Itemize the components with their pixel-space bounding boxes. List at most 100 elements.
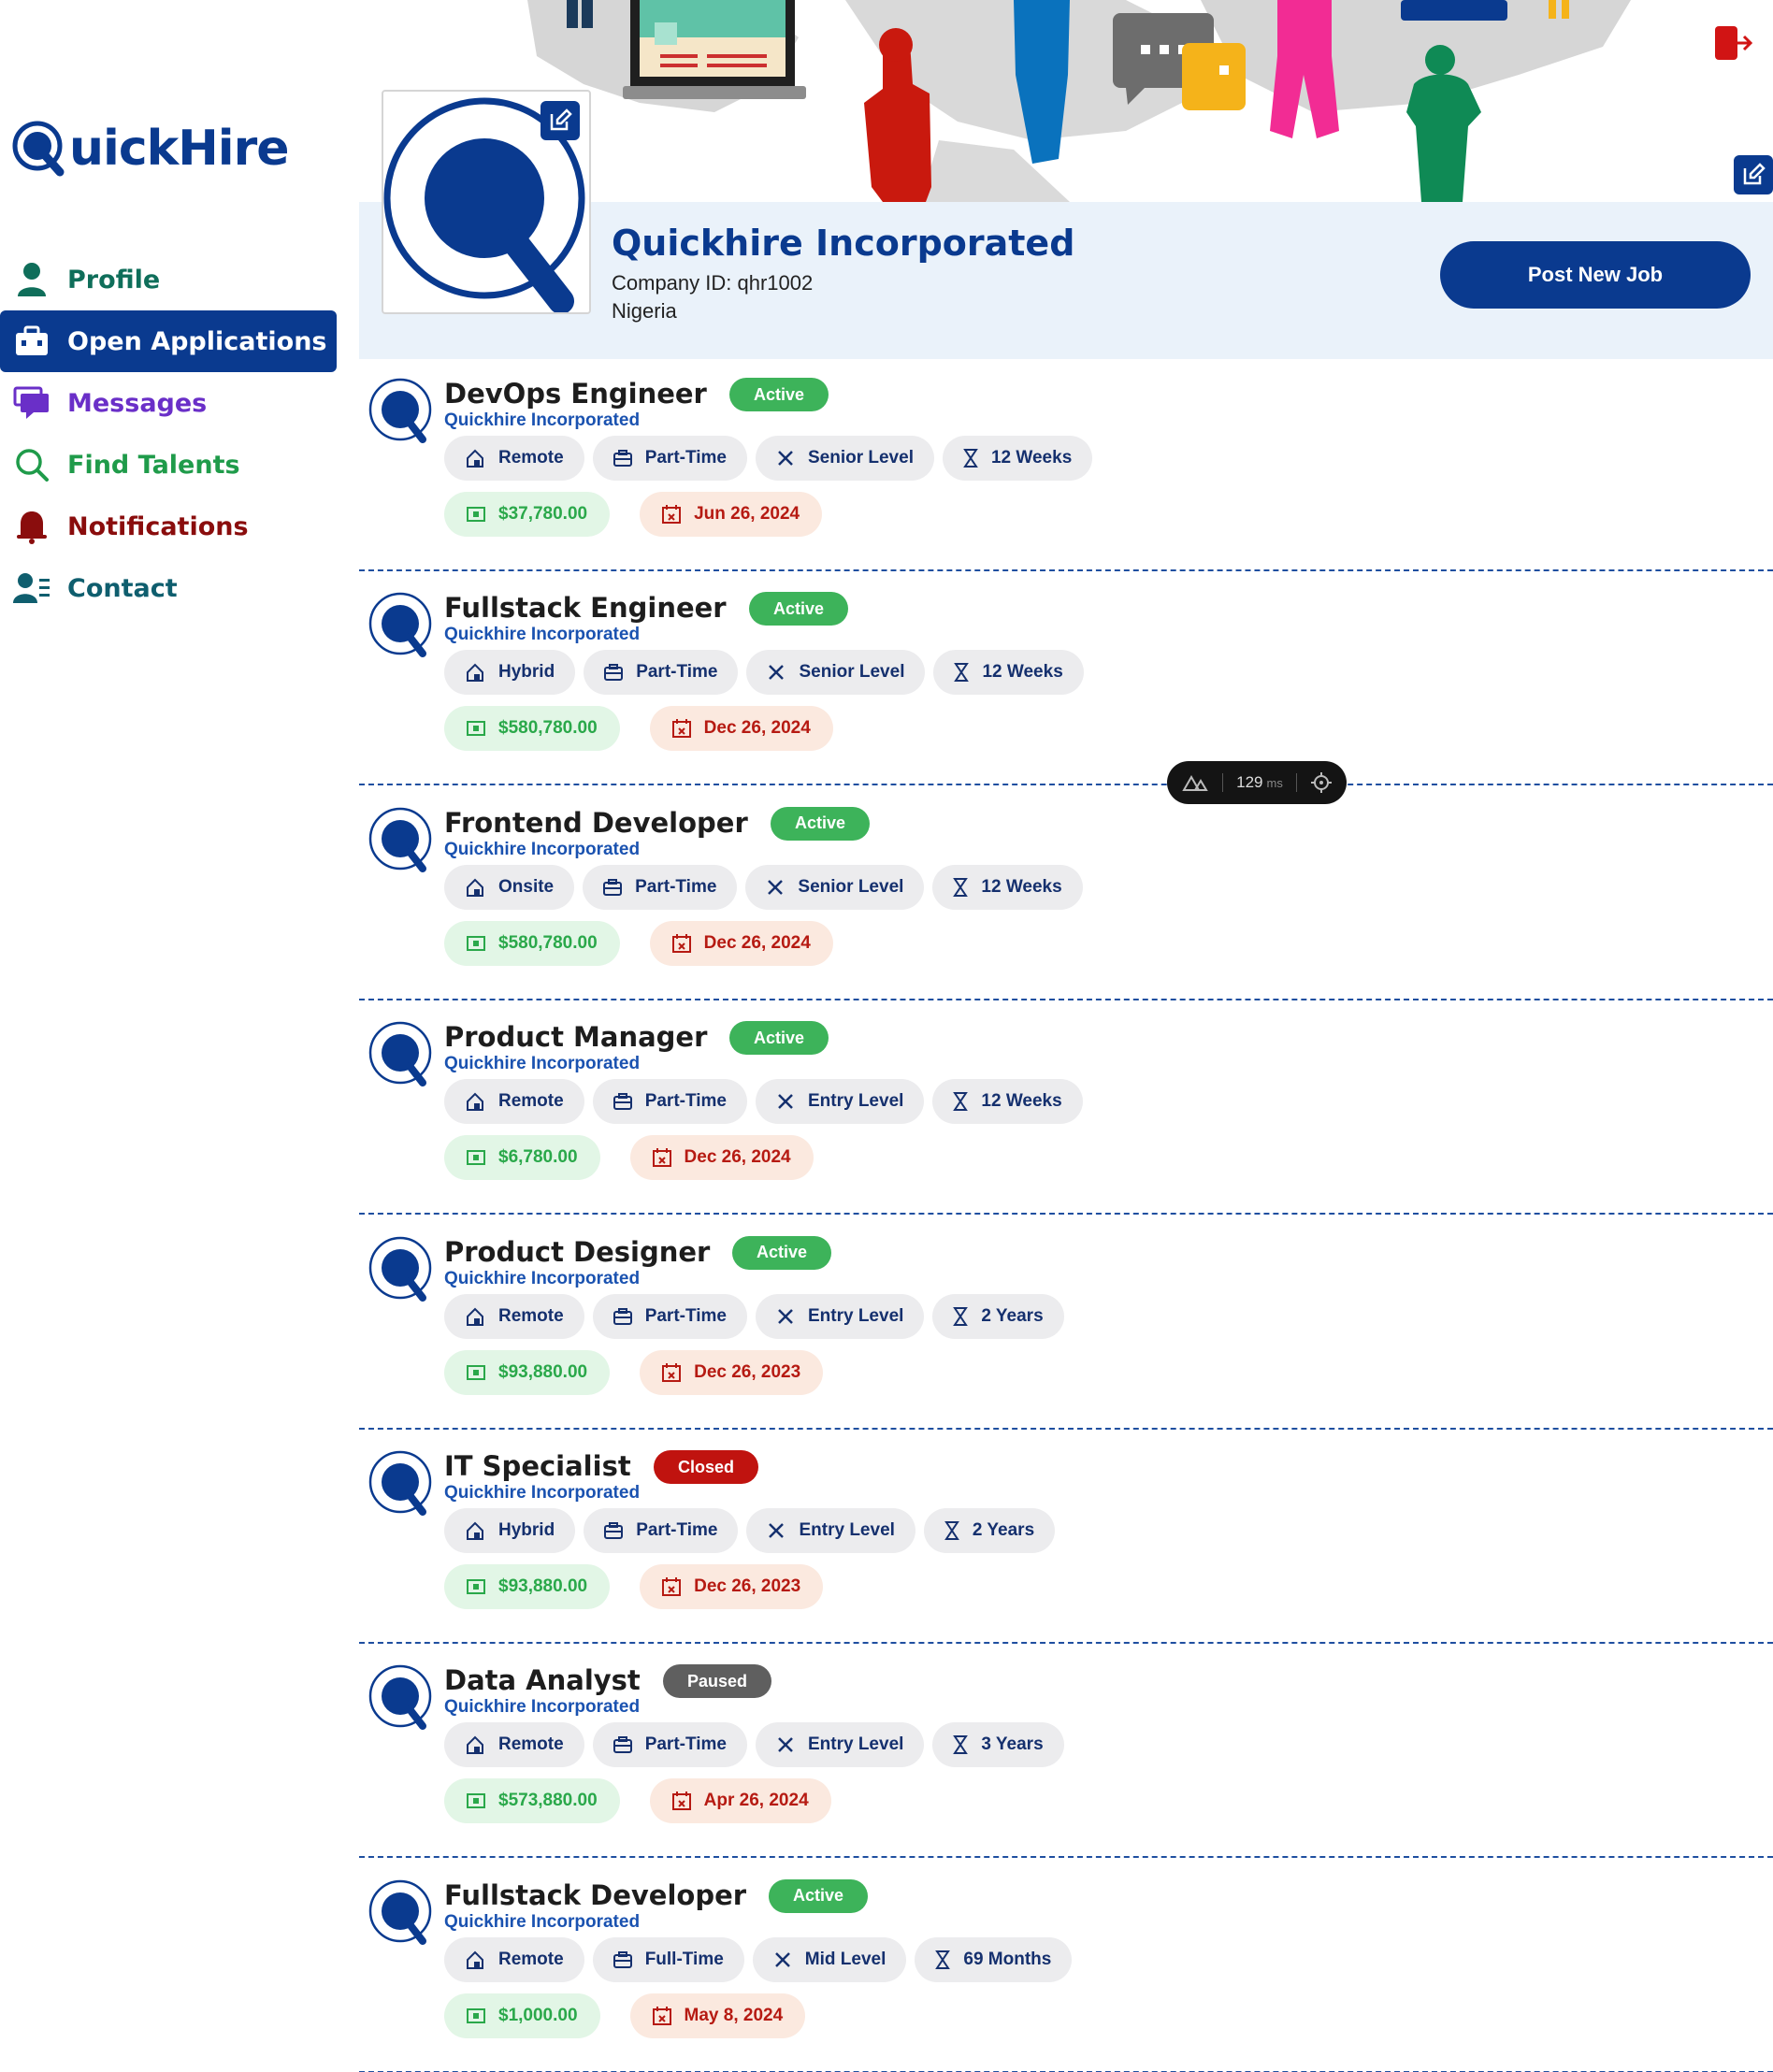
salary-badge: $580,780.00	[444, 920, 620, 966]
job-logo-q-icon	[368, 378, 432, 443]
job-card[interactable]: Fullstack Engineer Active Quickhire Inco…	[359, 571, 1773, 786]
salary-value: $93,880.00	[498, 1576, 588, 1596]
salary-badge: $573,880.00	[444, 1778, 620, 1824]
hourglass-icon	[963, 449, 978, 468]
money-icon	[467, 935, 485, 951]
sidebar-item-messages[interactable]: Messages	[0, 372, 337, 434]
job-tags: Onsite Part-Time Senior Level 12 Weeks	[444, 864, 1083, 910]
job-card[interactable]: Product Designer Active Quickhire Incorp…	[359, 1216, 1773, 1430]
job-type-label: Part-Time	[635, 876, 717, 897]
job-tags: Remote Part-Time Entry Level 2 Years	[444, 1293, 1064, 1339]
target-icon	[1310, 772, 1332, 793]
sidebar-item-label: Messages	[67, 388, 208, 418]
job-title[interactable]: Product Manager	[444, 1021, 707, 1053]
job-meta: $573,880.00 Apr 26, 2024	[444, 1778, 831, 1824]
briefcase-icon	[604, 1522, 624, 1539]
logo-text: uickHire	[69, 121, 290, 177]
location-label: Remote	[498, 1949, 564, 1969]
deadline-value: Apr 26, 2024	[703, 1791, 809, 1811]
salary-badge: $93,880.00	[444, 1349, 611, 1395]
job-type-tag: Part-Time	[592, 1722, 747, 1768]
company-id: Company ID: qhr1002	[612, 271, 814, 295]
job-company: Quickhire Incorporated	[444, 839, 641, 859]
duration-label: 2 Years	[972, 1520, 1035, 1540]
app-logo[interactable]: uickHire	[11, 120, 290, 178]
salary-value: $93,880.00	[498, 1361, 588, 1382]
calendar-icon	[662, 505, 682, 524]
duration-tag: 12 Weeks	[933, 650, 1084, 696]
deadline-value: Dec 26, 2024	[703, 932, 811, 953]
sidebar-item-open-applications[interactable]: Open Applications	[0, 310, 337, 372]
briefcase-icon	[613, 1736, 632, 1754]
deadline-badge: Dec 26, 2023	[640, 1564, 824, 1609]
job-card[interactable]: Data Analyst Paused Quickhire Incorporat…	[359, 1644, 1773, 1859]
job-type-tag: Full-Time	[592, 1936, 744, 1982]
duration-label: 12 Weeks	[981, 876, 1062, 897]
job-card[interactable]: DevOps Engineer Active Quickhire Incorpo…	[359, 357, 1773, 571]
briefcase-icon	[603, 878, 623, 896]
job-title[interactable]: Data Analyst	[444, 1664, 641, 1696]
job-type-label: Part-Time	[636, 1520, 718, 1540]
sidebar-item-label: Contact	[67, 573, 178, 603]
job-card[interactable]: Frontend Developer Active Quickhire Inco…	[359, 786, 1773, 1000]
location-tag: Onsite	[444, 864, 575, 910]
job-tags: Remote Part-Time Senior Level 12 Weeks	[444, 436, 1093, 481]
tools-icon	[769, 1523, 785, 1538]
job-logo-q-icon	[368, 593, 432, 658]
job-type-label: Part-Time	[644, 1091, 727, 1112]
duration-tag: 12 Weeks	[932, 864, 1083, 910]
job-type-label: Part-Time	[644, 1305, 727, 1326]
post-new-job-button[interactable]: Post New Job	[1440, 241, 1751, 309]
sidebar-item-label: Profile	[67, 265, 161, 295]
level-label: Senior Level	[798, 876, 904, 897]
job-card[interactable]: Product Manager Active Quickhire Incorpo…	[359, 1000, 1773, 1216]
job-title[interactable]: Product Designer	[444, 1236, 710, 1268]
location-tag: Remote	[444, 1722, 584, 1768]
sidebar-item-notifications[interactable]: Notifications	[0, 496, 337, 557]
sidebar-nav: Profile Open Applications Messages Find …	[0, 249, 337, 619]
sidebar-item-find-talents[interactable]: Find Talents	[0, 434, 337, 496]
salary-badge: $580,780.00	[444, 706, 620, 752]
duration-label: 12 Weeks	[981, 1091, 1062, 1112]
job-title[interactable]: Fullstack Engineer	[444, 592, 727, 624]
job-title[interactable]: IT Specialist	[444, 1450, 631, 1482]
mountain-icon	[1182, 774, 1208, 791]
deadline-badge: Dec 26, 2024	[649, 920, 833, 966]
company-country: Nigeria	[612, 299, 677, 323]
calendar-icon	[671, 933, 691, 953]
divider	[1296, 773, 1298, 792]
edit-logo-button[interactable]	[541, 101, 580, 140]
level-tag: Senior Level	[745, 864, 925, 910]
level-label: Senior Level	[807, 448, 914, 468]
job-title[interactable]: Frontend Developer	[444, 807, 748, 839]
perf-badge[interactable]: 129 ms	[1167, 761, 1347, 804]
sidebar-item-profile[interactable]: Profile	[0, 249, 337, 310]
job-card[interactable]: Fullstack Developer Active Quickhire Inc…	[359, 1859, 1773, 2072]
hourglass-icon	[953, 1092, 969, 1112]
edit-cover-button[interactable]	[1734, 155, 1773, 194]
salary-badge: $37,780.00	[444, 492, 611, 537]
duration-label: 12 Weeks	[982, 662, 1063, 683]
home-icon	[467, 1950, 483, 1969]
tools-icon	[769, 665, 785, 681]
job-card[interactable]: IT Specialist Closed Quickhire Incorpora…	[359, 1430, 1773, 1644]
location-tag: Remote	[444, 436, 584, 481]
job-tags: Remote Part-Time Entry Level 12 Weeks	[444, 1079, 1083, 1125]
deadline-badge: Apr 26, 2024	[649, 1778, 831, 1824]
money-icon	[467, 1150, 485, 1166]
location-label: Remote	[498, 1734, 564, 1755]
logout-button[interactable]	[1713, 22, 1754, 64]
sidebar-item-label: Notifications	[67, 511, 249, 541]
home-icon	[467, 1521, 483, 1540]
salary-value: $580,780.00	[498, 932, 598, 953]
job-type-tag: Part-Time	[592, 1079, 747, 1125]
job-title[interactable]: DevOps Engineer	[444, 378, 707, 410]
bell-icon	[13, 508, 50, 545]
briefcase-icon	[613, 1950, 632, 1968]
sidebar-item-contact[interactable]: Contact	[0, 557, 337, 619]
sidebar-item-label: Find Talents	[67, 450, 240, 480]
location-label: Remote	[498, 1305, 564, 1326]
job-title[interactable]: Fullstack Developer	[444, 1879, 746, 1911]
briefcase-icon	[613, 450, 632, 467]
level-tag: Entry Level	[755, 1722, 925, 1768]
